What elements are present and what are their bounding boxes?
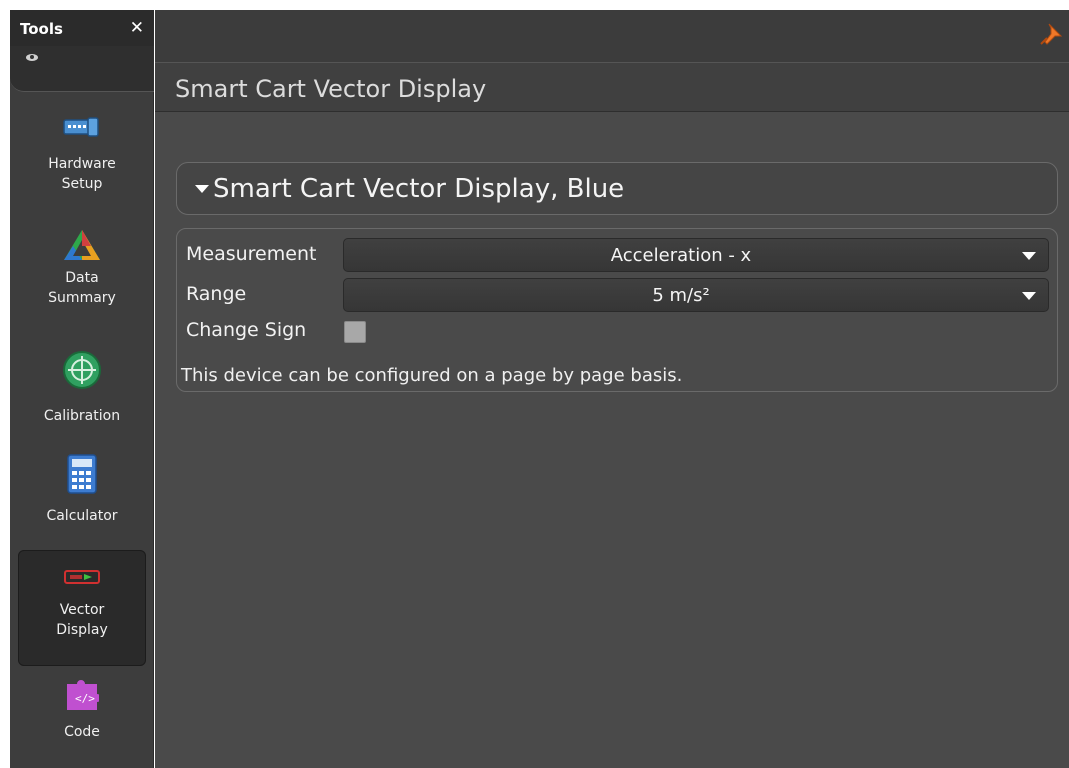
tool-label-hardware-line1: Hardware [48, 156, 116, 172]
eye-icon[interactable] [26, 54, 38, 61]
config-note: This device can be configured on a page … [181, 365, 683, 386]
sidebar-header: Tools ✕ [10, 10, 154, 46]
close-icon[interactable]: ✕ [130, 18, 144, 38]
section-header-collapse[interactable]: Smart Cart Vector Display, Blue [176, 162, 1058, 215]
calculator-icon [67, 454, 97, 494]
measurement-label: Measurement [186, 243, 317, 265]
section-title: Smart Cart Vector Display, Blue [213, 174, 625, 204]
top-bar [155, 10, 1069, 62]
title-bar: Smart Cart Vector Display [155, 62, 1069, 112]
page-title: Smart Cart Vector Display [175, 75, 487, 103]
tool-data-summary[interactable]: Data Summary [18, 228, 146, 308]
tool-calibration[interactable]: Calibration [18, 350, 146, 426]
tool-label-calculator: Calculator [46, 508, 118, 524]
tool-hardware-setup[interactable]: Hardware Setup [18, 114, 146, 194]
tool-vector-display[interactable]: Vector Display [18, 550, 146, 666]
caret-down-icon [195, 185, 209, 193]
sidebar-title: Tools [20, 20, 63, 38]
tool-label-vector-line1: Vector [59, 602, 105, 618]
chevron-down-icon [1022, 292, 1036, 300]
code-icon: </> [67, 680, 99, 710]
tool-label-code: Code [64, 724, 100, 740]
tool-label-vector-line2: Display [56, 622, 108, 638]
calibration-icon [63, 351, 101, 389]
range-select[interactable]: 5 m/s² [343, 278, 1049, 312]
pin-icon[interactable] [1039, 22, 1063, 46]
hardware-icon [63, 117, 99, 137]
tool-calculator[interactable]: Calculator [18, 454, 146, 526]
data-summary-icon [64, 230, 100, 260]
vector-display-icon [64, 570, 100, 584]
main-panel: Smart Cart Vector Display Smart Cart Vec… [155, 10, 1069, 768]
tools-sidebar: Tools ✕ Hardware Setup Data Summary Cali… [10, 10, 154, 768]
range-label: Range [186, 283, 247, 305]
tool-label-hardware-line2: Setup [61, 176, 103, 192]
change-sign-label: Change Sign [186, 319, 307, 341]
sidebar-tab-strip [10, 46, 154, 92]
range-value: 5 m/s² [652, 285, 710, 306]
change-sign-checkbox[interactable] [344, 321, 366, 343]
chevron-down-icon [1022, 252, 1036, 260]
measurement-value: Acceleration - x [610, 245, 752, 266]
tool-code[interactable]: </> Code [18, 678, 146, 742]
tool-label-data-line2: Summary [48, 290, 116, 306]
measurement-select[interactable]: Acceleration - x [343, 238, 1049, 272]
tool-label-calibration: Calibration [43, 408, 121, 424]
settings-panel: Measurement Acceleration - x Range 5 m/s… [176, 228, 1058, 392]
tool-label-data-line1: Data [65, 270, 99, 286]
svg-text:</>: </> [75, 692, 95, 705]
